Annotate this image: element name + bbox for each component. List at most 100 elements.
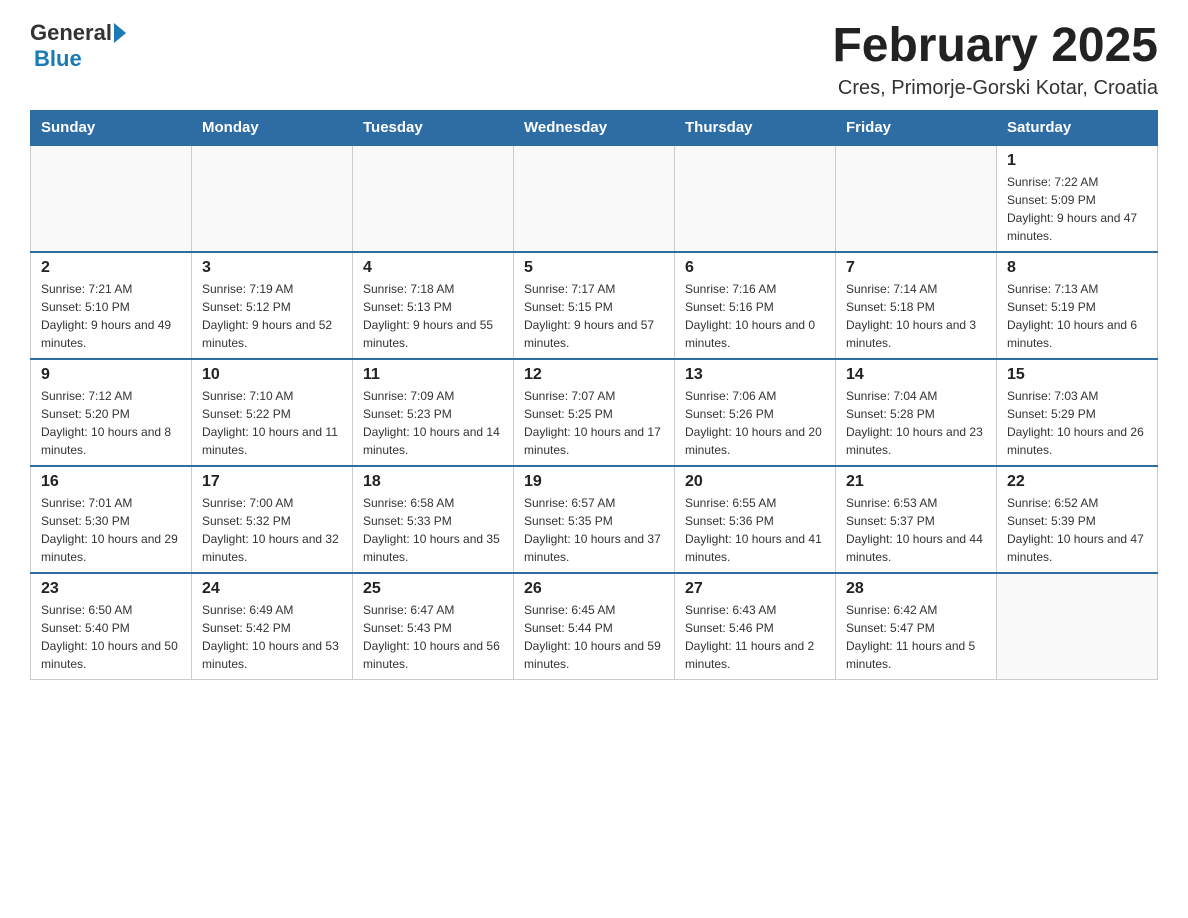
day-info: Sunrise: 7:03 AM Sunset: 5:29 PM Dayligh… bbox=[1007, 387, 1147, 459]
day-info: Sunrise: 7:19 AM Sunset: 5:12 PM Dayligh… bbox=[202, 280, 342, 352]
page-title: February 2025 bbox=[832, 20, 1158, 73]
logo: General Blue bbox=[30, 20, 128, 72]
day-number: 3 bbox=[202, 259, 342, 277]
day-number: 17 bbox=[202, 473, 342, 491]
day-info: Sunrise: 7:18 AM Sunset: 5:13 PM Dayligh… bbox=[363, 280, 503, 352]
calendar-cell: 19 Sunrise: 6:57 AM Sunset: 5:35 PM Dayli… bbox=[514, 466, 675, 573]
day-number: 6 bbox=[685, 259, 825, 277]
day-info: Sunrise: 6:57 AM Sunset: 5:35 PM Dayligh… bbox=[524, 494, 664, 566]
calendar-cell: 6 Sunrise: 7:16 AM Sunset: 5:16 PM Daylig… bbox=[675, 252, 836, 359]
calendar-cell: 1Sunrise: 7:22 AM Sunset: 5:09 PM Daylig… bbox=[997, 145, 1158, 252]
calendar-cell bbox=[675, 145, 836, 252]
calendar-table: SundayMondayTuesdayWednesdayThursdayFrid… bbox=[30, 110, 1158, 680]
day-number: 5 bbox=[524, 259, 664, 277]
day-info: Sunrise: 7:09 AM Sunset: 5:23 PM Dayligh… bbox=[363, 387, 503, 459]
calendar-cell: 9 Sunrise: 7:12 AM Sunset: 5:20 PM Daylig… bbox=[31, 359, 192, 466]
day-number: 21 bbox=[846, 473, 986, 491]
day-number: 28 bbox=[846, 580, 986, 598]
calendar-cell: 23 Sunrise: 6:50 AM Sunset: 5:40 PM Dayli… bbox=[31, 573, 192, 680]
day-number: 14 bbox=[846, 366, 986, 384]
calendar-cell: 17Sunrise: 7:00 AM Sunset: 5:32 PM Dayli… bbox=[192, 466, 353, 573]
day-number: 26 bbox=[524, 580, 664, 598]
calendar-cell bbox=[997, 573, 1158, 680]
day-info: Sunrise: 7:04 AM Sunset: 5:28 PM Dayligh… bbox=[846, 387, 986, 459]
calendar-cell: 16 Sunrise: 7:01 AM Sunset: 5:30 PM Dayli… bbox=[31, 466, 192, 573]
day-info: Sunrise: 6:52 AM Sunset: 5:39 PM Dayligh… bbox=[1007, 494, 1147, 566]
calendar-cell: 4 Sunrise: 7:18 AM Sunset: 5:13 PM Daylig… bbox=[353, 252, 514, 359]
day-info: Sunrise: 7:01 AM Sunset: 5:30 PM Dayligh… bbox=[41, 494, 181, 566]
day-number: 9 bbox=[41, 366, 181, 384]
day-number: 7 bbox=[846, 259, 986, 277]
day-info: Sunrise: 7:21 AM Sunset: 5:10 PM Dayligh… bbox=[41, 280, 181, 352]
calendar-cell: 5 Sunrise: 7:17 AM Sunset: 5:15 PM Daylig… bbox=[514, 252, 675, 359]
calendar-cell: 11 Sunrise: 7:09 AM Sunset: 5:23 PM Dayli… bbox=[353, 359, 514, 466]
day-number: 1 bbox=[1007, 152, 1147, 170]
calendar-week-row-5: 23 Sunrise: 6:50 AM Sunset: 5:40 PM Dayli… bbox=[31, 573, 1158, 680]
day-info: Sunrise: 7:17 AM Sunset: 5:15 PM Dayligh… bbox=[524, 280, 664, 352]
day-info: Sunrise: 6:45 AM Sunset: 5:44 PM Dayligh… bbox=[524, 601, 664, 673]
day-info: Sunrise: 6:55 AM Sunset: 5:36 PM Dayligh… bbox=[685, 494, 825, 566]
day-number: 11 bbox=[363, 366, 503, 384]
day-number: 23 bbox=[41, 580, 181, 598]
day-info: Sunrise: 7:13 AM Sunset: 5:19 PM Dayligh… bbox=[1007, 280, 1147, 352]
calendar-cell bbox=[836, 145, 997, 252]
calendar-cell: 12 Sunrise: 7:07 AM Sunset: 5:25 PM Dayli… bbox=[514, 359, 675, 466]
day-number: 10 bbox=[202, 366, 342, 384]
calendar-week-row-3: 9 Sunrise: 7:12 AM Sunset: 5:20 PM Daylig… bbox=[31, 359, 1158, 466]
calendar-cell: 26 Sunrise: 6:45 AM Sunset: 5:44 PM Dayli… bbox=[514, 573, 675, 680]
day-number: 27 bbox=[685, 580, 825, 598]
logo-blue: Blue bbox=[34, 46, 82, 72]
calendar-cell: 24 Sunrise: 6:49 AM Sunset: 5:42 PM Dayli… bbox=[192, 573, 353, 680]
day-info: Sunrise: 7:07 AM Sunset: 5:25 PM Dayligh… bbox=[524, 387, 664, 459]
day-number: 15 bbox=[1007, 366, 1147, 384]
calendar-day-header-sunday: Sunday bbox=[31, 110, 192, 145]
day-info: Sunrise: 6:43 AM Sunset: 5:46 PM Dayligh… bbox=[685, 601, 825, 673]
calendar-cell: 25Sunrise: 6:47 AM Sunset: 5:43 PM Dayli… bbox=[353, 573, 514, 680]
day-info: Sunrise: 7:16 AM Sunset: 5:16 PM Dayligh… bbox=[685, 280, 825, 352]
day-info: Sunrise: 6:53 AM Sunset: 5:37 PM Dayligh… bbox=[846, 494, 986, 566]
calendar-day-header-friday: Friday bbox=[836, 110, 997, 145]
calendar-day-header-saturday: Saturday bbox=[997, 110, 1158, 145]
day-number: 2 bbox=[41, 259, 181, 277]
calendar-day-header-wednesday: Wednesday bbox=[514, 110, 675, 145]
calendar-cell: 14 Sunrise: 7:04 AM Sunset: 5:28 PM Dayli… bbox=[836, 359, 997, 466]
calendar-cell: 20 Sunrise: 6:55 AM Sunset: 5:36 PM Dayli… bbox=[675, 466, 836, 573]
day-info: Sunrise: 7:14 AM Sunset: 5:18 PM Dayligh… bbox=[846, 280, 986, 352]
calendar-cell: 18 Sunrise: 6:58 AM Sunset: 5:33 PM Dayli… bbox=[353, 466, 514, 573]
day-number: 12 bbox=[524, 366, 664, 384]
calendar-cell bbox=[353, 145, 514, 252]
calendar-cell: 7 Sunrise: 7:14 AM Sunset: 5:18 PM Daylig… bbox=[836, 252, 997, 359]
calendar-cell bbox=[31, 145, 192, 252]
calendar-day-header-monday: Monday bbox=[192, 110, 353, 145]
day-info: Sunrise: 7:06 AM Sunset: 5:26 PM Dayligh… bbox=[685, 387, 825, 459]
day-number: 18 bbox=[363, 473, 503, 491]
title-block: February 2025 Cres, Primorje-Gorski Kota… bbox=[832, 20, 1158, 100]
day-info: Sunrise: 6:42 AM Sunset: 5:47 PM Dayligh… bbox=[846, 601, 986, 673]
day-info: Sunrise: 6:50 AM Sunset: 5:40 PM Dayligh… bbox=[41, 601, 181, 673]
calendar-cell: 2 Sunrise: 7:21 AM Sunset: 5:10 PM Daylig… bbox=[31, 252, 192, 359]
calendar-header-row: SundayMondayTuesdayWednesdayThursdayFrid… bbox=[31, 110, 1158, 145]
calendar-cell: 3 Sunrise: 7:19 AM Sunset: 5:12 PM Daylig… bbox=[192, 252, 353, 359]
day-number: 16 bbox=[41, 473, 181, 491]
day-number: 19 bbox=[524, 473, 664, 491]
calendar-cell: 10Sunrise: 7:10 AM Sunset: 5:22 PM Dayli… bbox=[192, 359, 353, 466]
calendar-cell: 13 Sunrise: 7:06 AM Sunset: 5:26 PM Dayli… bbox=[675, 359, 836, 466]
day-number: 8 bbox=[1007, 259, 1147, 277]
calendar-day-header-thursday: Thursday bbox=[675, 110, 836, 145]
calendar-week-row-2: 2 Sunrise: 7:21 AM Sunset: 5:10 PM Daylig… bbox=[31, 252, 1158, 359]
calendar-week-row-4: 16 Sunrise: 7:01 AM Sunset: 5:30 PM Dayli… bbox=[31, 466, 1158, 573]
day-number: 13 bbox=[685, 366, 825, 384]
calendar-cell: 27 Sunrise: 6:43 AM Sunset: 5:46 PM Dayli… bbox=[675, 573, 836, 680]
calendar-cell: 28 Sunrise: 6:42 AM Sunset: 5:47 PM Dayli… bbox=[836, 573, 997, 680]
calendar-day-header-tuesday: Tuesday bbox=[353, 110, 514, 145]
day-number: 22 bbox=[1007, 473, 1147, 491]
calendar-week-row-1: 1Sunrise: 7:22 AM Sunset: 5:09 PM Daylig… bbox=[31, 145, 1158, 252]
day-info: Sunrise: 6:49 AM Sunset: 5:42 PM Dayligh… bbox=[202, 601, 342, 673]
day-number: 24 bbox=[202, 580, 342, 598]
day-info: Sunrise: 6:58 AM Sunset: 5:33 PM Dayligh… bbox=[363, 494, 503, 566]
day-number: 20 bbox=[685, 473, 825, 491]
calendar-cell: 21 Sunrise: 6:53 AM Sunset: 5:37 PM Dayli… bbox=[836, 466, 997, 573]
day-number: 4 bbox=[363, 259, 503, 277]
day-info: Sunrise: 7:12 AM Sunset: 5:20 PM Dayligh… bbox=[41, 387, 181, 459]
logo-general: General bbox=[30, 20, 112, 46]
